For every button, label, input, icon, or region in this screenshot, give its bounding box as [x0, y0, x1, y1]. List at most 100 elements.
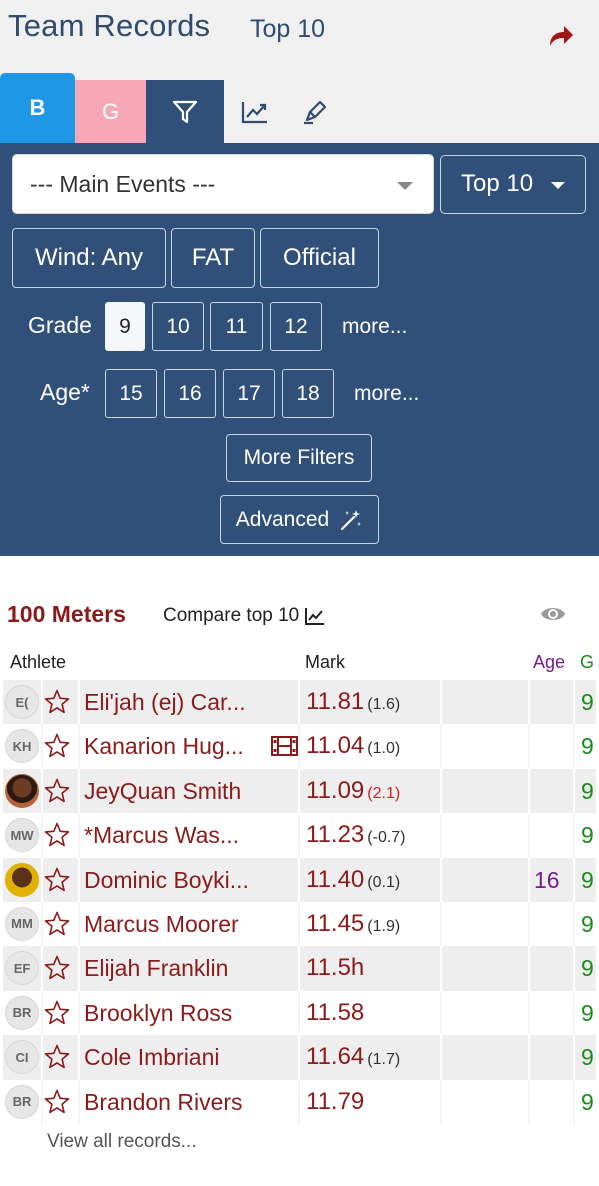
- tab-filter[interactable]: [146, 80, 224, 143]
- avatar-initials: BR: [12, 1094, 32, 1110]
- star-icon[interactable]: [43, 1043, 71, 1071]
- tab-chart[interactable]: [224, 80, 286, 143]
- avatar[interactable]: E(: [5, 685, 39, 719]
- star-icon[interactable]: [43, 688, 71, 716]
- table-row[interactable]: JeyQuan Smith 11.09 (2.1) 9: [3, 768, 596, 814]
- mark-value[interactable]: 11.23 (-0.7): [306, 821, 406, 849]
- age-chip-16[interactable]: 16: [164, 369, 216, 418]
- athlete-name[interactable]: Eli'jah (ej) Car...: [84, 689, 246, 716]
- avatar[interactable]: BR: [5, 1084, 39, 1119]
- col-age: Age: [533, 652, 566, 672]
- grade-chip-9[interactable]: 9: [105, 302, 145, 351]
- mark-value[interactable]: 11.58: [306, 999, 367, 1027]
- mark-value[interactable]: 11.09 (2.1): [306, 777, 400, 805]
- cell-divider: [298, 1035, 300, 1080]
- cell-divider: [440, 768, 442, 814]
- age-chip-18[interactable]: 18: [282, 369, 334, 418]
- avatar[interactable]: KH: [5, 729, 39, 764]
- advanced-button[interactable]: Advanced: [220, 495, 379, 544]
- age-chip-15[interactable]: 15: [105, 369, 157, 418]
- athlete-name[interactable]: Kanarion Hug...: [84, 733, 244, 760]
- star-icon[interactable]: [43, 821, 71, 849]
- cell-divider: [440, 680, 442, 725]
- table-row[interactable]: CI Cole Imbriani 11.64 (1.7) 9: [3, 1035, 596, 1080]
- athlete-name[interactable]: *Marcus Was...: [84, 822, 239, 849]
- grade-chip-10[interactable]: 10: [152, 302, 204, 351]
- mark-time: 11.64: [306, 1043, 365, 1071]
- star-icon[interactable]: [43, 910, 71, 938]
- athlete-name[interactable]: Dominic Boyki...: [84, 867, 249, 894]
- avatar[interactable]: MM: [5, 906, 39, 941]
- cell-divider: [573, 946, 575, 991]
- athlete-name[interactable]: Marcus Moorer: [84, 911, 239, 938]
- avatar[interactable]: CI: [5, 1040, 39, 1075]
- avatar[interactable]: BR: [5, 995, 39, 1030]
- athlete-name[interactable]: Elijah Franklin: [84, 955, 228, 982]
- cell-divider: [573, 680, 575, 725]
- table-row[interactable]: BR Brooklyn Ross 11.58 9: [3, 990, 596, 1036]
- mark-time: 11.09: [306, 776, 365, 804]
- star-icon[interactable]: [43, 732, 71, 760]
- grade-value: 9: [581, 1088, 594, 1115]
- table-row[interactable]: KH Kanarion Hug... 11.04 (1.0) 9: [3, 724, 596, 769]
- athlete-name[interactable]: Brandon Rivers: [84, 1089, 243, 1116]
- grade-value: 9: [581, 733, 594, 760]
- table-row[interactable]: Dominic Boyki... 11.40 (0.1) 16 9: [3, 857, 596, 902]
- chevron-down-icon: [397, 182, 413, 190]
- wind-reading: (1.0): [367, 740, 401, 758]
- table-row[interactable]: E(Eli'jah (ej) Car... 11.81 (1.6) 9: [3, 680, 596, 725]
- official-filter-button[interactable]: Official: [260, 228, 379, 288]
- fat-filter-button[interactable]: FAT: [171, 228, 255, 288]
- cell-divider: [528, 946, 530, 991]
- mark-time: 11.81: [306, 688, 365, 715]
- eye-icon[interactable]: [540, 604, 566, 624]
- avatar-initials: MM: [11, 916, 33, 932]
- cell-divider: [78, 680, 80, 725]
- wind-reading: (2.1): [367, 784, 401, 802]
- avatar[interactable]: [5, 773, 39, 808]
- table-row[interactable]: MW *Marcus Was... 11.23 (-0.7) 9: [3, 813, 596, 858]
- event-select[interactable]: --- Main Events ---: [12, 154, 434, 214]
- star-icon[interactable]: [43, 999, 71, 1027]
- mark-value[interactable]: 11.04 (1.0): [306, 732, 400, 760]
- age-more-link[interactable]: more...: [354, 382, 419, 406]
- view-all-link[interactable]: View all records...: [47, 1131, 197, 1153]
- grade-label: Grade: [28, 312, 92, 338]
- athlete-name[interactable]: JeyQuan Smith: [84, 778, 241, 805]
- more-filters-button[interactable]: More Filters: [226, 434, 372, 482]
- avatar[interactable]: EF: [5, 951, 39, 986]
- top-select[interactable]: Top 10: [440, 155, 586, 214]
- grade-more-link[interactable]: more...: [342, 315, 407, 339]
- grade-chip-11[interactable]: 11: [210, 302, 263, 351]
- star-icon[interactable]: [43, 866, 71, 894]
- wind-filter-button[interactable]: Wind: Any: [12, 228, 166, 288]
- star-icon[interactable]: [43, 1088, 71, 1116]
- age-chip-17[interactable]: 17: [223, 369, 275, 418]
- grade-chip-12[interactable]: 12: [270, 302, 322, 351]
- gender-tabs: B G: [0, 73, 599, 143]
- star-icon[interactable]: [43, 954, 71, 982]
- table-row[interactable]: EF Elijah Franklin 11.5h 9: [3, 946, 596, 991]
- star-icon[interactable]: [43, 777, 71, 805]
- mark-value[interactable]: 11.64 (1.7): [306, 1043, 400, 1071]
- share-icon[interactable]: [546, 22, 574, 50]
- athlete-name[interactable]: Cole Imbriani: [84, 1044, 220, 1071]
- tab-edit[interactable]: [286, 80, 344, 143]
- mark-value[interactable]: 11.81 (1.6): [306, 688, 400, 716]
- mark-value[interactable]: 11.40 (0.1): [306, 866, 400, 894]
- cell-divider: [440, 901, 442, 947]
- compare-link[interactable]: Compare top 10: [163, 605, 325, 627]
- avatar[interactable]: MW: [5, 818, 39, 853]
- mark-value[interactable]: 11.45 (1.9): [306, 910, 400, 938]
- mark-value[interactable]: 11.5h: [306, 954, 367, 982]
- tab-boys[interactable]: B: [0, 73, 75, 143]
- avatar[interactable]: [5, 862, 39, 897]
- film-icon[interactable]: [271, 736, 298, 757]
- athlete-name[interactable]: Brooklyn Ross: [84, 1000, 232, 1027]
- tab-girls[interactable]: G: [75, 80, 146, 143]
- avatar-initials: BR: [12, 1005, 32, 1021]
- mark-value[interactable]: 11.79: [306, 1088, 367, 1116]
- table-row[interactable]: BR Brandon Rivers 11.79 9: [3, 1079, 596, 1124]
- table-row[interactable]: MM Marcus Moorer 11.45 (1.9) 9: [3, 901, 596, 947]
- cell-divider: [440, 813, 442, 858]
